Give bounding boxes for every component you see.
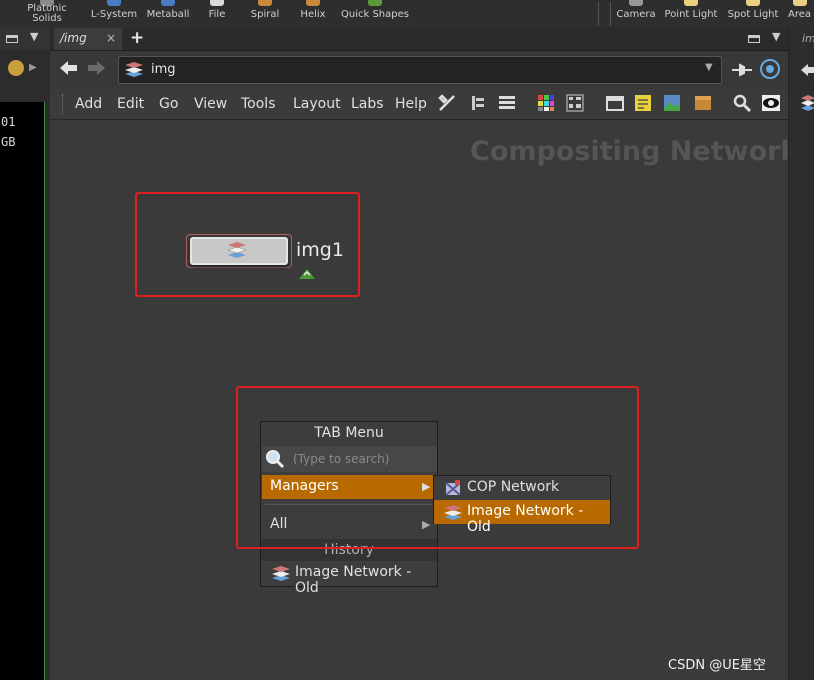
menu-tools[interactable]: Tools (241, 96, 276, 112)
spot-light-icon (746, 0, 760, 6)
right-pane-strip: im (788, 28, 814, 680)
close-icon[interactable]: × (106, 31, 116, 45)
shelf-divider (598, 2, 599, 26)
shelf-tool-label: L-System (90, 9, 138, 20)
shelf-tool-spot-light[interactable]: Spot Light (724, 0, 782, 28)
l-system-icon (107, 0, 121, 6)
add-tab-button[interactable]: + (130, 28, 144, 48)
sticky-note-icon[interactable] (634, 94, 652, 112)
forward-arrow-icon[interactable] (88, 60, 106, 76)
shelf-tool-quick-shapes[interactable]: Quick Shapes (340, 0, 410, 28)
image-network-icon (125, 61, 143, 77)
menu-go[interactable]: Go (159, 96, 178, 112)
list-view-icon[interactable] (498, 94, 516, 112)
tab-label: /img (60, 31, 87, 45)
pane-dropdown-icon[interactable]: ▼ (30, 30, 38, 43)
back-arrow-icon[interactable] (60, 60, 78, 76)
shelf-tool-label: Camera (616, 9, 656, 20)
shelf-tool-platonic-solids[interactable]: Platonic Solids (18, 0, 76, 28)
shelf-tool-spiral[interactable]: Spiral (246, 0, 284, 28)
annotation-highlight-box (236, 386, 639, 549)
menu-add[interactable]: Add (75, 96, 102, 112)
link-icon[interactable] (760, 59, 780, 79)
menu-item-label: Image Network - Old (295, 564, 412, 596)
shelf-tool-helix[interactable]: Helix (296, 0, 330, 28)
shelf-tool-file[interactable]: File (202, 0, 232, 28)
console-line: GB (1, 135, 16, 149)
wrench-icon[interactable] (438, 94, 456, 112)
back-arrow-icon[interactable] (801, 62, 814, 76)
shelf-tool-label: Metaball (146, 9, 190, 20)
shelf-divider (610, 2, 611, 26)
shelf-tool-camera[interactable]: Camera (614, 0, 658, 28)
annotation-highlight-box (135, 192, 360, 297)
pane-menu-icon[interactable] (748, 35, 760, 43)
left-pane-tabbar: ▼ (0, 28, 50, 50)
shelf-tool-label: Helix (300, 9, 326, 20)
color-palette-icon[interactable] (537, 94, 555, 112)
shelf-tool-metaball[interactable]: Metaball (144, 0, 192, 28)
image-network-icon (272, 565, 290, 581)
image-network-icon (801, 94, 814, 112)
watermark-text: CSDN @UE星空 (668, 658, 766, 673)
menu-layout[interactable]: Layout (293, 96, 341, 112)
spiral-icon (258, 0, 272, 6)
search-icon[interactable] (733, 94, 752, 113)
shelf-tool-label: Spot Light (727, 9, 779, 20)
tab-img[interactable]: /img × (54, 28, 122, 50)
swatch-icon[interactable] (8, 60, 24, 76)
pane-menu-icon[interactable] (6, 35, 18, 43)
metaball-icon (161, 0, 175, 6)
network-context-title: Compositing Networks (470, 136, 814, 167)
pin-icon[interactable] (732, 62, 752, 77)
chevron-down-icon[interactable]: ▼ (705, 62, 713, 73)
shelf-tool-point-light[interactable]: Point Light (662, 0, 720, 28)
shelf-tool-area-light[interactable]: Area L (786, 0, 814, 28)
console-pane: 01 GB (0, 102, 45, 680)
shelf-tool-label: Platonic Solids (27, 3, 67, 24)
background-image-icon[interactable] (663, 94, 681, 112)
menu-labs[interactable]: Labs (351, 96, 384, 112)
shape-palette-icon[interactable] (566, 94, 584, 112)
shelf-tool-label: Area L (788, 9, 814, 20)
console-line: 01 (1, 115, 16, 129)
tree-view-icon[interactable] (470, 94, 488, 112)
node-dots-icon[interactable] (694, 94, 712, 112)
quick-shapes-icon (368, 0, 382, 6)
menu-view[interactable]: View (194, 96, 227, 112)
expand-arrow-icon[interactable]: ▶ (29, 62, 37, 73)
shelf-toolbar: Platonic Solids L-System Metaball File S… (0, 0, 814, 29)
pane-tabbar (50, 28, 794, 51)
camera-icon (629, 0, 643, 6)
shelf-tool-l-system[interactable]: L-System (86, 0, 142, 28)
network-box-icon[interactable] (606, 94, 624, 112)
eye-icon[interactable] (762, 94, 780, 112)
path-value: img (151, 62, 176, 77)
history-item-image-network-old[interactable]: Image Network - Old (262, 561, 438, 596)
menu-grip (62, 94, 66, 114)
shelf-tool-label: Point Light (664, 9, 718, 20)
helix-icon (306, 0, 320, 6)
menu-edit[interactable]: Edit (117, 96, 144, 112)
area-light-icon (793, 0, 807, 6)
shelf-tool-label: File (208, 9, 226, 20)
shelf-tool-label: Spiral (250, 9, 280, 20)
file-icon (210, 0, 224, 6)
menu-help[interactable]: Help (395, 96, 427, 112)
point-light-icon (684, 0, 698, 6)
shelf-tool-label: Quick Shapes (341, 9, 409, 20)
pane-dropdown-icon[interactable]: ▼ (772, 30, 780, 43)
network-path-field[interactable]: img ▼ (118, 56, 722, 84)
right-tab-label[interactable]: im (802, 32, 814, 45)
